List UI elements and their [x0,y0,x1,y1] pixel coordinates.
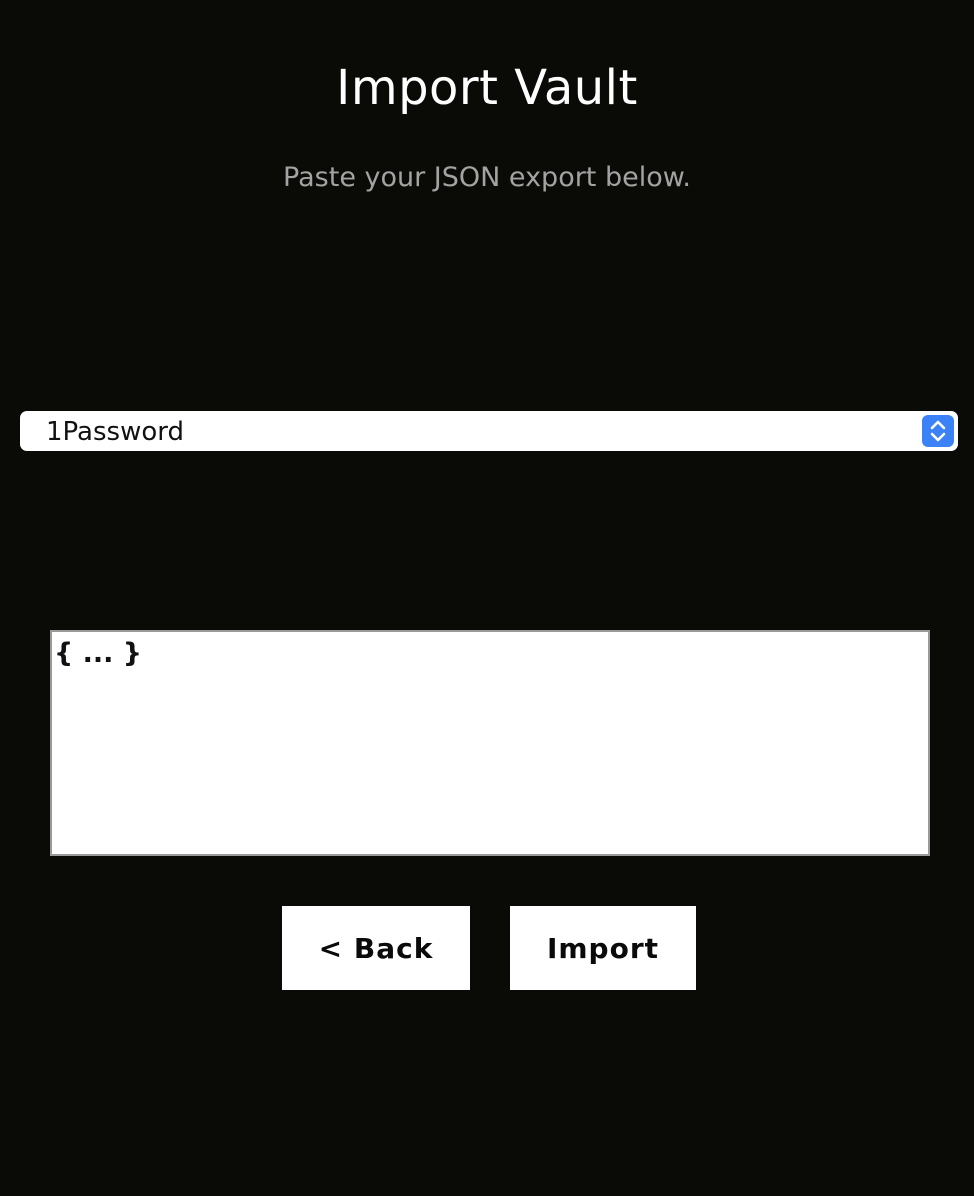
json-export-input[interactable]: { ... } [50,630,930,856]
import-button[interactable]: Import [510,906,696,990]
source-select-value: 1Password [46,417,184,447]
page-subtitle: Paste your JSON export below. [283,162,691,193]
back-button[interactable]: < Back [282,906,470,990]
source-select[interactable]: 1Password [20,411,958,451]
chevron-up-down-icon [922,415,954,447]
page-title: Import Vault [336,60,638,116]
import-vault-page: Import Vault Paste your JSON export belo… [0,0,974,1196]
